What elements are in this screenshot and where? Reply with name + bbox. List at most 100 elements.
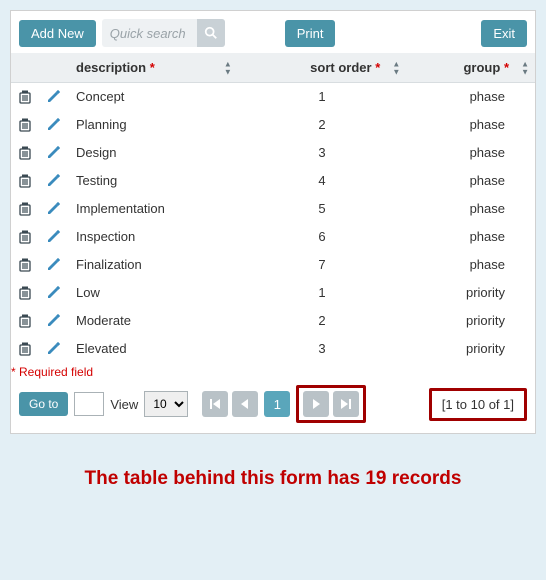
table-row: Moderate2priority <box>11 307 535 335</box>
cell-sort-order: 4 <box>238 167 406 195</box>
delete-row-button[interactable] <box>11 223 39 251</box>
pencil-icon <box>47 342 60 355</box>
cell-description: Testing <box>68 167 238 195</box>
prev-icon <box>239 398 251 410</box>
sort-icon[interactable]: ▲▼ <box>392 60 400 75</box>
trash-icon <box>19 230 31 244</box>
cell-group: priority <box>406 307 535 335</box>
add-new-button[interactable]: Add New <box>19 20 96 47</box>
cell-group: priority <box>406 279 535 307</box>
pager: Go to View 10 1 [1 to 10 of 1] <box>11 379 535 433</box>
table-row: Finalization7phase <box>11 251 535 279</box>
first-icon <box>209 398 221 410</box>
cell-group: phase <box>406 83 535 111</box>
pencil-icon <box>47 202 60 215</box>
last-icon <box>340 398 352 410</box>
data-table: description * ▲▼ sort order * ▲▼ group *… <box>11 53 535 363</box>
cell-group: priority <box>406 335 535 363</box>
trash-icon <box>19 174 31 188</box>
search-button[interactable] <box>197 19 225 47</box>
next-icon <box>310 398 322 410</box>
table-row: Low1priority <box>11 279 535 307</box>
pencil-icon <box>47 174 60 187</box>
pager-nav-forward-highlight <box>296 385 366 423</box>
trash-icon <box>19 314 31 328</box>
edit-row-button[interactable] <box>39 139 68 167</box>
pencil-icon <box>47 314 60 327</box>
edit-row-button[interactable] <box>39 111 68 139</box>
data-grid-panel: Add New Print Exit description * ▲▼ sort… <box>10 10 536 434</box>
trash-icon <box>19 202 31 216</box>
delete-row-button[interactable] <box>11 195 39 223</box>
delete-row-button[interactable] <box>11 251 39 279</box>
next-page-button[interactable] <box>303 391 329 417</box>
trash-icon <box>19 258 31 272</box>
trash-icon <box>19 146 31 160</box>
edit-row-button[interactable] <box>39 279 68 307</box>
delete-row-button[interactable] <box>11 111 39 139</box>
pencil-icon <box>47 230 60 243</box>
print-button[interactable]: Print <box>285 20 336 47</box>
pencil-icon <box>47 118 60 131</box>
cell-sort-order: 3 <box>238 139 406 167</box>
cell-group: phase <box>406 223 535 251</box>
edit-row-button[interactable] <box>39 167 68 195</box>
cell-group: phase <box>406 195 535 223</box>
pager-nav-back <box>202 391 258 417</box>
delete-row-button[interactable] <box>11 335 39 363</box>
search-input[interactable] <box>102 21 197 46</box>
last-page-button[interactable] <box>333 391 359 417</box>
page-size-select[interactable]: 10 <box>144 391 188 417</box>
trash-icon <box>19 118 31 132</box>
view-label: View <box>110 397 138 412</box>
delete-row-button[interactable] <box>11 279 39 307</box>
exit-button[interactable]: Exit <box>481 20 527 47</box>
edit-row-button[interactable] <box>39 335 68 363</box>
edit-row-button[interactable] <box>39 307 68 335</box>
cell-sort-order: 6 <box>238 223 406 251</box>
delete-row-button[interactable] <box>11 307 39 335</box>
cell-description: Low <box>68 279 238 307</box>
col-sort-order[interactable]: sort order * ▲▼ <box>238 53 406 83</box>
search-icon <box>204 26 218 40</box>
cell-group: phase <box>406 167 535 195</box>
delete-row-button[interactable] <box>11 83 39 111</box>
page-1-button[interactable]: 1 <box>264 391 290 417</box>
goto-input[interactable] <box>74 392 104 416</box>
trash-icon <box>19 90 31 104</box>
caption-text: The table behind this form has 19 record… <box>0 468 546 490</box>
edit-row-button[interactable] <box>39 195 68 223</box>
table-row: Testing4phase <box>11 167 535 195</box>
table-row: Inspection6phase <box>11 223 535 251</box>
cell-description: Concept <box>68 83 238 111</box>
first-page-button[interactable] <box>202 391 228 417</box>
edit-row-button[interactable] <box>39 83 68 111</box>
cell-group: phase <box>406 251 535 279</box>
cell-description: Planning <box>68 111 238 139</box>
col-group[interactable]: group * ▲▼ <box>406 53 535 83</box>
toolbar: Add New Print Exit <box>11 11 535 53</box>
edit-row-button[interactable] <box>39 251 68 279</box>
prev-page-button[interactable] <box>232 391 258 417</box>
cell-description: Finalization <box>68 251 238 279</box>
trash-icon <box>19 342 31 356</box>
goto-button[interactable]: Go to <box>19 392 68 416</box>
table-row: Concept1phase <box>11 83 535 111</box>
cell-group: phase <box>406 139 535 167</box>
edit-row-button[interactable] <box>39 223 68 251</box>
cell-sort-order: 2 <box>238 111 406 139</box>
cell-description: Inspection <box>68 223 238 251</box>
cell-sort-order: 7 <box>238 251 406 279</box>
cell-sort-order: 1 <box>238 83 406 111</box>
cell-description: Moderate <box>68 307 238 335</box>
sort-icon[interactable]: ▲▼ <box>224 60 232 75</box>
sort-icon[interactable]: ▲▼ <box>521 60 529 75</box>
col-description[interactable]: description * ▲▼ <box>68 53 238 83</box>
pencil-icon <box>47 146 60 159</box>
cell-group: phase <box>406 111 535 139</box>
pencil-icon <box>47 90 60 103</box>
trash-icon <box>19 286 31 300</box>
delete-row-button[interactable] <box>11 139 39 167</box>
record-range: [1 to 10 of 1] <box>429 388 527 421</box>
delete-row-button[interactable] <box>11 167 39 195</box>
